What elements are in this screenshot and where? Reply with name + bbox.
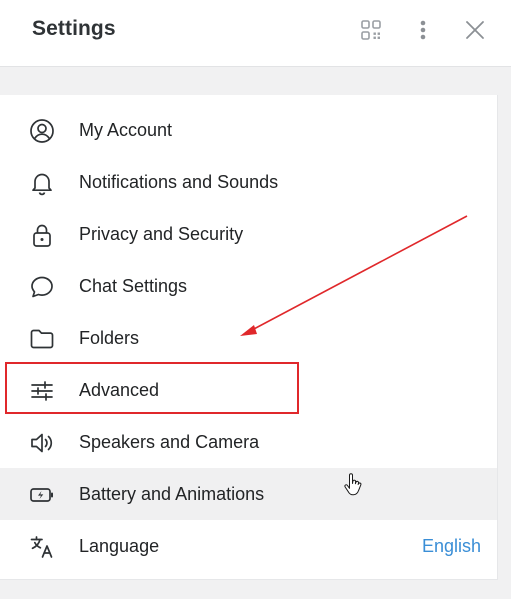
settings-item-label: Speakers and Camera: [79, 431, 260, 452]
lock-icon: [28, 221, 56, 249]
settings-item-label: Advanced: [79, 379, 160, 400]
settings-item-advanced[interactable]: Advanced: [0, 364, 497, 416]
settings-list: My Account Notifications and Sounds Priv…: [0, 95, 498, 580]
settings-item-notifications[interactable]: Notifications and Sounds: [0, 156, 497, 208]
bottom-spacer: [0, 580, 511, 599]
settings-item-label: Chat Settings: [79, 275, 188, 296]
bell-icon: [28, 169, 56, 197]
settings-item-label: Privacy and Security: [79, 223, 244, 244]
more-options-button[interactable]: [407, 14, 439, 46]
settings-item-folders[interactable]: Folders: [0, 312, 497, 364]
settings-item-privacy[interactable]: Privacy and Security: [0, 208, 497, 260]
translate-icon: [28, 533, 56, 561]
settings-item-speakers-camera[interactable]: Speakers and Camera: [0, 416, 497, 468]
settings-header: Settings: [0, 0, 511, 67]
battery-icon: [28, 481, 56, 509]
settings-item-battery-animations[interactable]: Battery and Animations: [0, 468, 497, 520]
qr-code-button[interactable]: [355, 14, 387, 46]
close-button[interactable]: [459, 14, 491, 46]
settings-item-label: Language: [79, 535, 160, 556]
user-circle-icon: [28, 117, 56, 145]
settings-item-label: My Account: [79, 119, 173, 140]
settings-window: Settings My Account Notifications and So…: [0, 0, 511, 599]
close-icon: [466, 21, 484, 39]
settings-item-label: Battery and Animations: [79, 483, 265, 504]
page-title: Settings: [32, 17, 116, 40]
language-value: English: [421, 535, 481, 556]
more-vertical-icon: [420, 20, 426, 40]
settings-item-label: Notifications and Sounds: [79, 171, 279, 192]
settings-item-language[interactable]: Language English: [0, 520, 497, 572]
settings-item-my-account[interactable]: My Account: [0, 104, 497, 156]
settings-item-label: Folders: [79, 327, 140, 348]
header-separator: [0, 67, 511, 95]
hand-cursor-icon: [344, 473, 362, 496]
folder-icon: [28, 325, 56, 353]
qr-code-icon: [361, 20, 381, 40]
settings-item-chat-settings[interactable]: Chat Settings: [0, 260, 497, 312]
speaker-icon: [28, 429, 56, 457]
sliders-icon: [28, 377, 56, 405]
chat-bubble-icon: [28, 273, 56, 301]
